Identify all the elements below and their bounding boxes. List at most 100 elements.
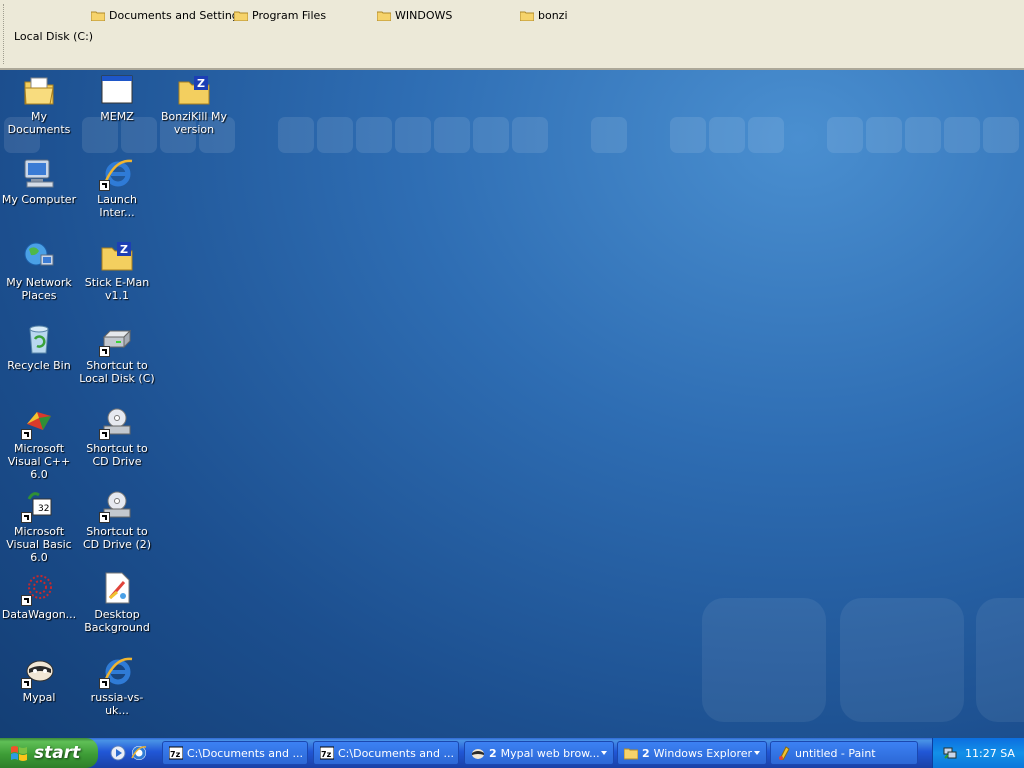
taskbar-button-label: C:\Documents and ... — [338, 746, 454, 760]
start-button[interactable]: start — [0, 738, 98, 768]
mypal-icon — [471, 746, 485, 760]
svg-text:32: 32 — [38, 504, 49, 514]
desktop-icon-label: Stick E-Man v1.1 — [84, 276, 150, 302]
cd-drive-icon — [99, 406, 133, 440]
7zip-icon: 7z — [168, 746, 184, 760]
desktop-icon-label: Shortcut to CD Drive (2) — [82, 525, 152, 551]
desktop-icon-label: Desktop Background — [84, 608, 150, 634]
shortcut-arrow-icon — [99, 346, 110, 357]
desktop-icon-shortcut-cd-drive-2[interactable]: Shortcut to CD Drive (2) — [78, 489, 156, 551]
toolbar-link-documents-and-settings[interactable]: Documents and Settings — [91, 7, 245, 23]
chevron-down-icon[interactable] — [754, 751, 760, 755]
desktop-icon-datawagon[interactable]: DataWagon... — [0, 572, 78, 621]
desktop-icon-my-network-places[interactable]: My Network Places — [0, 240, 78, 302]
desktop-icon-label: Mypal — [22, 691, 56, 704]
svg-text:Z: Z — [197, 77, 205, 90]
shortcut-arrow-icon — [99, 678, 110, 689]
desktop-icon-my-computer[interactable]: My Computer — [0, 157, 78, 206]
desktop-icon-my-documents[interactable]: My Documents — [0, 74, 78, 136]
taskbar-button-label: untitled - Paint — [795, 746, 876, 760]
shortcut-arrow-icon — [21, 678, 32, 689]
shortcut-arrow-icon — [99, 180, 110, 191]
my-computer-icon — [23, 157, 55, 189]
folder-icon — [377, 10, 391, 21]
desktop-icon-visual-basic[interactable]: 32 Microsoft Visual Basic 6.0 — [0, 489, 78, 564]
taskbar-button-label: Mypal web brow... — [500, 746, 600, 760]
desktop-icon-russia-vs-uk[interactable]: russia-vs-uk... — [78, 655, 156, 717]
quicklaunch-media-player-icon[interactable] — [110, 745, 126, 761]
taskbar-group-windows-explorer[interactable]: 2 Windows Explorer — [617, 741, 767, 765]
folder-icon — [91, 10, 105, 21]
7zip-icon: 7z — [319, 746, 335, 760]
desktop-icon-shortcut-local-disk[interactable]: Shortcut to Local Disk (C) — [78, 323, 156, 385]
taskbar-button-7zip-1[interactable]: 7z C:\Documents and ... — [162, 741, 308, 765]
desktop-icon-label: russia-vs-uk... — [90, 691, 144, 717]
desktop-icon-shortcut-cd-drive[interactable]: Shortcut to CD Drive — [78, 406, 156, 468]
windows-logo-icon — [10, 744, 28, 762]
folder-icon — [520, 10, 534, 21]
desktop-icon-bonzikill[interactable]: Z BonziKill My version — [155, 74, 233, 136]
image-file-icon — [101, 572, 133, 604]
taskbar-group-mypal[interactable]: 2 Mypal web brow... — [464, 741, 614, 765]
recycle-bin-icon — [23, 323, 55, 355]
clock[interactable]: 11:27 SA — [965, 747, 1015, 760]
visual-cpp-icon — [21, 406, 55, 440]
toolbar-link-label: Documents and Settings — [109, 8, 245, 22]
toolbar-link-label: bonzi — [538, 8, 568, 22]
toolbar-link-program-files[interactable]: Program Files — [234, 7, 326, 23]
paint-icon — [777, 746, 791, 761]
svg-text:7z: 7z — [321, 750, 332, 759]
desktop-icon-desktop-background[interactable]: Desktop Background — [78, 572, 156, 634]
folder-icon — [623, 746, 639, 760]
desktop-icon-label: Launch Inter... — [97, 193, 137, 219]
desktop-icon-label: DataWagon... — [1, 608, 77, 621]
svg-text:Z: Z — [120, 243, 128, 256]
toolbar-grip[interactable] — [3, 4, 7, 64]
zip-folder-icon: Z — [101, 240, 133, 272]
desktop-icon-label: Shortcut to Local Disk (C) — [79, 359, 155, 385]
hard-drive-icon — [99, 323, 133, 357]
start-label: start — [34, 743, 81, 763]
folder-icon — [234, 10, 248, 21]
quicklaunch-show-desktop-icon[interactable] — [131, 745, 147, 761]
taskbar-button-label: Windows Explorer — [653, 746, 753, 760]
toolbar-link-windows[interactable]: WINDOWS — [377, 7, 452, 23]
shortcut-arrow-icon — [21, 429, 32, 440]
network-globe-icon — [23, 240, 55, 272]
my-documents-icon — [23, 74, 55, 106]
shortcut-arrow-icon — [21, 595, 32, 606]
taskbar-group-count: 2 — [489, 746, 497, 760]
desktop-icon-label: Microsoft Visual Basic 6.0 — [6, 525, 72, 564]
chevron-down-icon[interactable] — [601, 751, 607, 755]
taskbar: start 7z C:\Documents and ... 7z C:\Docu… — [0, 738, 1024, 768]
mypal-raccoon-icon — [21, 655, 55, 689]
shortcut-arrow-icon — [99, 512, 110, 523]
desktop-icon-memz[interactable]: MEMZ — [78, 74, 156, 123]
toolbar-link-label: Program Files — [252, 8, 327, 22]
toolbar-link-bonzi[interactable]: bonzi — [520, 7, 568, 23]
network-tray-icon[interactable] — [943, 746, 957, 760]
taskbar-button-paint[interactable]: untitled - Paint — [770, 741, 918, 765]
internet-explorer-icon — [99, 655, 133, 689]
desktop-icon-label: Microsoft Visual C++ 6.0 — [7, 442, 71, 481]
toolbar-link-label: WINDOWS — [395, 8, 453, 22]
desktop-icon-label: My Computer — [1, 193, 77, 206]
desktop-icon-stick-e-man[interactable]: Z Stick E-Man v1.1 — [78, 240, 156, 302]
cd-drive-icon — [99, 489, 133, 523]
desktop-icon-visual-cpp[interactable]: Microsoft Visual C++ 6.0 — [0, 406, 78, 481]
window-icon — [101, 74, 133, 106]
desktop-icon-launch-internet[interactable]: Launch Inter... — [78, 157, 156, 219]
svg-text:7z: 7z — [170, 750, 181, 759]
taskbar-button-7zip-2[interactable]: 7z C:\Documents and ... — [313, 741, 459, 765]
shortcut-arrow-icon — [21, 512, 32, 523]
desktop-icon-mypal[interactable]: Mypal — [0, 655, 78, 704]
taskbar-button-label: C:\Documents and ... — [187, 746, 303, 760]
desktop-icon-recycle-bin[interactable]: Recycle Bin — [0, 323, 78, 372]
datawagon-icon — [21, 572, 55, 606]
desktop-icon-label: My Documents — [7, 110, 71, 136]
internet-explorer-icon — [99, 157, 133, 191]
visual-basic-icon: 32 — [21, 489, 55, 523]
desktop-icon-label: My Network Places — [6, 276, 72, 302]
desktop-icon-label: BonziKill My version — [161, 110, 227, 136]
desktop-icon-label: Recycle Bin — [7, 359, 71, 372]
